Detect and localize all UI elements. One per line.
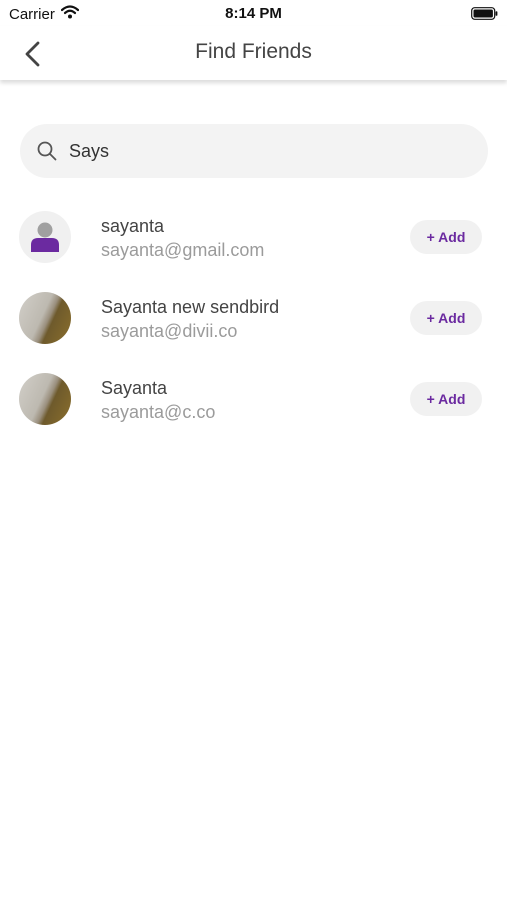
user-email: sayanta@divii.co: [101, 321, 238, 341]
user-name: Sayanta new sendbird: [101, 297, 280, 317]
user-name: Sayanta: [101, 378, 168, 398]
list-item[interactable]: Sayanta sayanta@c.co + Add: [0, 367, 507, 448]
avatar: [19, 292, 71, 344]
add-friend-button[interactable]: + Add: [410, 382, 482, 416]
add-friend-button[interactable]: + Add: [410, 301, 482, 335]
user-email: sayanta@c.co: [101, 402, 216, 422]
navigation-bar: Find Friends: [0, 26, 507, 80]
list-item[interactable]: sayanta sayanta@gmail.com + Add: [0, 205, 507, 286]
search-result-list: sayanta sayanta@gmail.com + Add Sayanta …: [0, 205, 507, 448]
search-bar[interactable]: [20, 124, 488, 178]
status-time: 8:14 PM: [225, 5, 282, 22]
avatar: [19, 211, 71, 263]
avatar: [19, 373, 71, 425]
user-name: sayanta: [101, 216, 165, 236]
list-item[interactable]: Sayanta new sendbird sayanta@divii.co + …: [0, 286, 507, 367]
page-title: Find Friends: [195, 40, 312, 63]
user-email: sayanta@gmail.com: [101, 240, 265, 260]
status-bar: Carrier 8:14 PM: [0, 0, 507, 26]
add-friend-button[interactable]: + Add: [410, 220, 482, 254]
battery-icon: [471, 7, 498, 24]
search-input[interactable]: [67, 139, 451, 163]
default-person-icon: [31, 222, 59, 252]
search-icon: [37, 141, 57, 161]
